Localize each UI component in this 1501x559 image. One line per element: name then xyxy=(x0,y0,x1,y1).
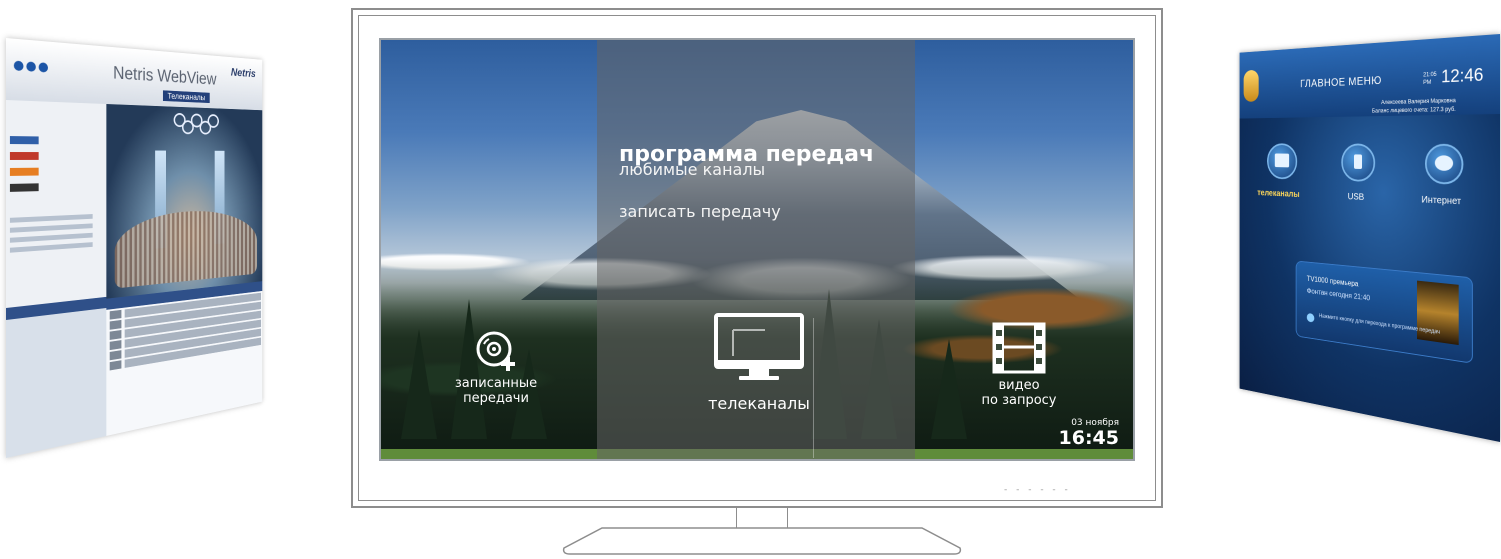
premiere-card[interactable]: TV1000 премьера Фонтан сегодня 21:40 Наж… xyxy=(1295,260,1473,364)
menu-line xyxy=(9,214,93,223)
hint-icon xyxy=(1306,312,1315,323)
webview-screen-preview: Netris WebView Netris Телеканалы xyxy=(6,38,336,468)
tv-icon[interactable] xyxy=(1267,143,1298,180)
tile-label-internet[interactable]: Интернет xyxy=(1421,195,1461,207)
webview-title: Netris WebView xyxy=(113,63,217,89)
tv-led-indicators: - - - - - - xyxy=(1004,485,1071,495)
webview-info-panel xyxy=(6,296,107,458)
main-menu-screen-preview: ГЛАВНОЕ МЕНЮ 21:05 PM 12:46 Алексеева Ва… xyxy=(1178,34,1501,454)
olympic-rings-icon xyxy=(171,112,222,136)
tile-label-usb[interactable]: USB xyxy=(1348,192,1365,203)
tile-vod-line2: по запросу xyxy=(981,393,1057,408)
main-menu-clock: 12:46 xyxy=(1441,64,1484,87)
disc-add-icon xyxy=(476,331,515,371)
main-menu-window: ГЛАВНОЕ МЕНЮ 21:05 PM 12:46 Алексеева Ва… xyxy=(1239,34,1500,442)
tile-vod-line1: видео xyxy=(998,378,1040,393)
tile-label-channels[interactable]: телеканалы xyxy=(1257,188,1299,199)
clock-time: 16:45 xyxy=(1058,427,1119,449)
tv-monitor-icon xyxy=(714,313,804,380)
netris-logo-icon xyxy=(13,60,48,73)
menu-line xyxy=(9,223,93,233)
tile-recorded-shows[interactable]: записанные передачи xyxy=(431,330,561,406)
usb-icon[interactable] xyxy=(1341,143,1376,183)
menu-item-favorite-channels[interactable]: любимые каналы xyxy=(619,160,765,179)
tile-recorded-line2: передачи xyxy=(463,391,529,406)
film-strip-icon xyxy=(992,322,1046,374)
webview-header: Netris WebView Netris Телеканалы xyxy=(6,38,263,111)
tile-recorded-line1: записанные xyxy=(454,376,538,391)
netris-brand: Netris xyxy=(230,65,256,80)
main-menu-tiles: телеканалы USB Интернет xyxy=(1240,134,1500,244)
premiere-time: Фонтан сегодня 21:40 xyxy=(1306,286,1371,303)
video-stadium xyxy=(114,208,258,289)
menu-line xyxy=(9,232,93,243)
tv-screen: программа передач любимые каналы записат… xyxy=(379,38,1135,461)
tile-video-on-demand[interactable]: видео по запросу xyxy=(969,322,1069,408)
webview-epg-list xyxy=(106,281,263,436)
globe-icon[interactable] xyxy=(1424,143,1464,185)
tile-tv-label: телеканалы xyxy=(708,394,810,413)
tv-clock: 03 ноября 16:45 xyxy=(1059,418,1119,449)
menu-knob-icon xyxy=(1243,69,1259,102)
premiere-title: TV1000 премьера xyxy=(1306,274,1359,289)
user-info: Алексеева Валерия Марковна Баланс лицево… xyxy=(1371,98,1456,115)
menu-line xyxy=(9,242,93,253)
channel-row[interactable] xyxy=(9,152,101,164)
webview-video-player[interactable] xyxy=(106,104,263,299)
clock-period: 21:05 PM xyxy=(1423,72,1437,86)
channel-row[interactable] xyxy=(9,182,101,196)
tv-stand-base xyxy=(562,527,962,555)
webview-section-title: Телеканалы xyxy=(162,90,210,104)
menu-item-record-show[interactable]: записать передачу xyxy=(619,202,781,221)
webview-app-window: Netris WebView Netris Телеканалы xyxy=(6,38,263,458)
channel-row[interactable] xyxy=(9,167,101,180)
channel-row[interactable] xyxy=(9,136,101,148)
tile-tv-channels[interactable]: телеканалы xyxy=(679,312,839,413)
